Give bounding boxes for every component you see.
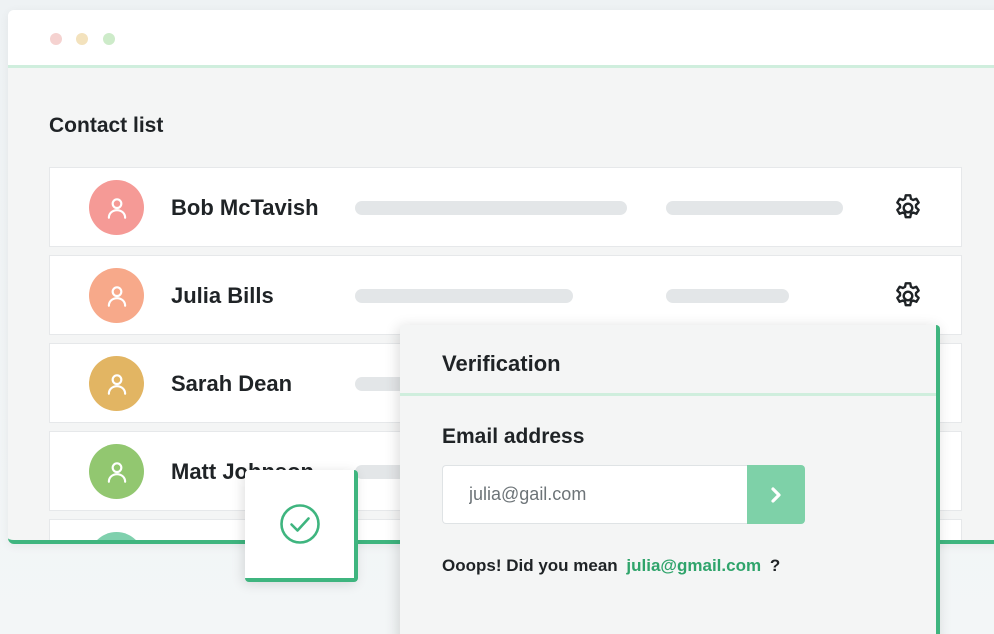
user-icon — [107, 197, 126, 219]
avatar — [89, 180, 144, 235]
page-title: Contact list — [49, 114, 164, 137]
chevron-right-icon — [771, 486, 781, 503]
avatar — [89, 532, 144, 540]
user-icon — [107, 285, 126, 307]
suggestion-suffix: ? — [769, 556, 781, 575]
placeholder-bar — [666, 201, 843, 215]
contact-name: Bob McTavish — [171, 195, 319, 220]
suggestion-prefix: Ooops! Did you mean — [442, 556, 618, 575]
window-maximize-dot[interactable] — [103, 33, 115, 45]
title-bar — [8, 10, 994, 68]
suggestion-message: Ooops! Did you mean julia@gmail.com ? — [442, 556, 780, 576]
email-input[interactable] — [442, 465, 748, 524]
placeholder-bar — [355, 289, 573, 303]
contact-name: Sarah Dean — [171, 371, 293, 396]
user-icon — [107, 461, 126, 483]
suggested-email-link[interactable]: julia@gmail.com — [626, 556, 761, 575]
email-label: Email address — [442, 425, 585, 448]
verification-panel: Verification Email address Ooops! Did yo… — [400, 325, 940, 634]
check-circle-icon — [279, 504, 320, 544]
contact-row[interactable]: Julia Bills — [49, 255, 962, 335]
success-card — [245, 470, 358, 582]
gear-icon[interactable] — [892, 280, 924, 312]
avatar — [89, 356, 144, 411]
window-minimize-dot[interactable] — [76, 33, 88, 45]
user-icon — [107, 373, 126, 395]
contact-row[interactable]: Bob McTavish — [49, 167, 962, 247]
avatar — [89, 444, 144, 499]
placeholder-bar — [666, 289, 789, 303]
verification-title: Verification — [400, 325, 936, 396]
avatar — [89, 268, 144, 323]
contact-name: Julia Bills — [171, 283, 274, 308]
email-submit-button[interactable] — [747, 465, 805, 524]
gear-icon[interactable] — [892, 192, 924, 224]
placeholder-bar — [355, 201, 627, 215]
window-close-dot[interactable] — [50, 33, 62, 45]
